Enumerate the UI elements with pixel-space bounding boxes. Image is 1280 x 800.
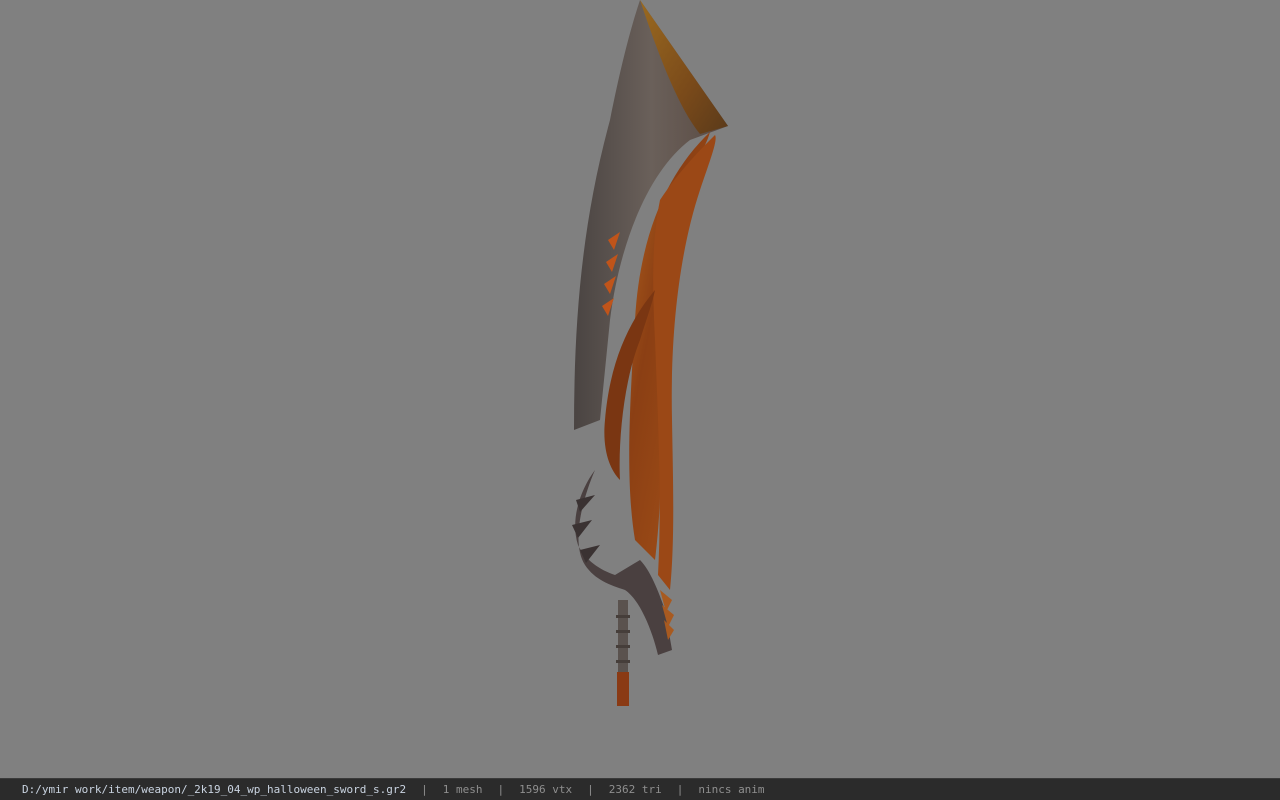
guard-spikes — [572, 495, 600, 563]
vertex-count: 1596 vtx — [519, 783, 573, 796]
3d-viewport[interactable] — [0, 0, 1280, 778]
triangle-count: 2362 tri — [608, 783, 662, 796]
pommel — [617, 672, 629, 706]
separator: | — [497, 783, 505, 796]
file-path: D:/ymir work/item/weapon/_2k19_04_wp_hal… — [22, 783, 407, 796]
separator: | — [421, 783, 428, 796]
separator: | — [676, 783, 684, 796]
separator: | — [587, 783, 594, 796]
anim-status: nincs anim — [698, 783, 765, 796]
mesh-count: 1 mesh — [442, 783, 483, 796]
blade-spine — [653, 135, 716, 590]
status-bar: D:/ymir work/item/weapon/_2k19_04_wp_hal… — [0, 778, 1280, 800]
sword-model — [572, 0, 728, 706]
